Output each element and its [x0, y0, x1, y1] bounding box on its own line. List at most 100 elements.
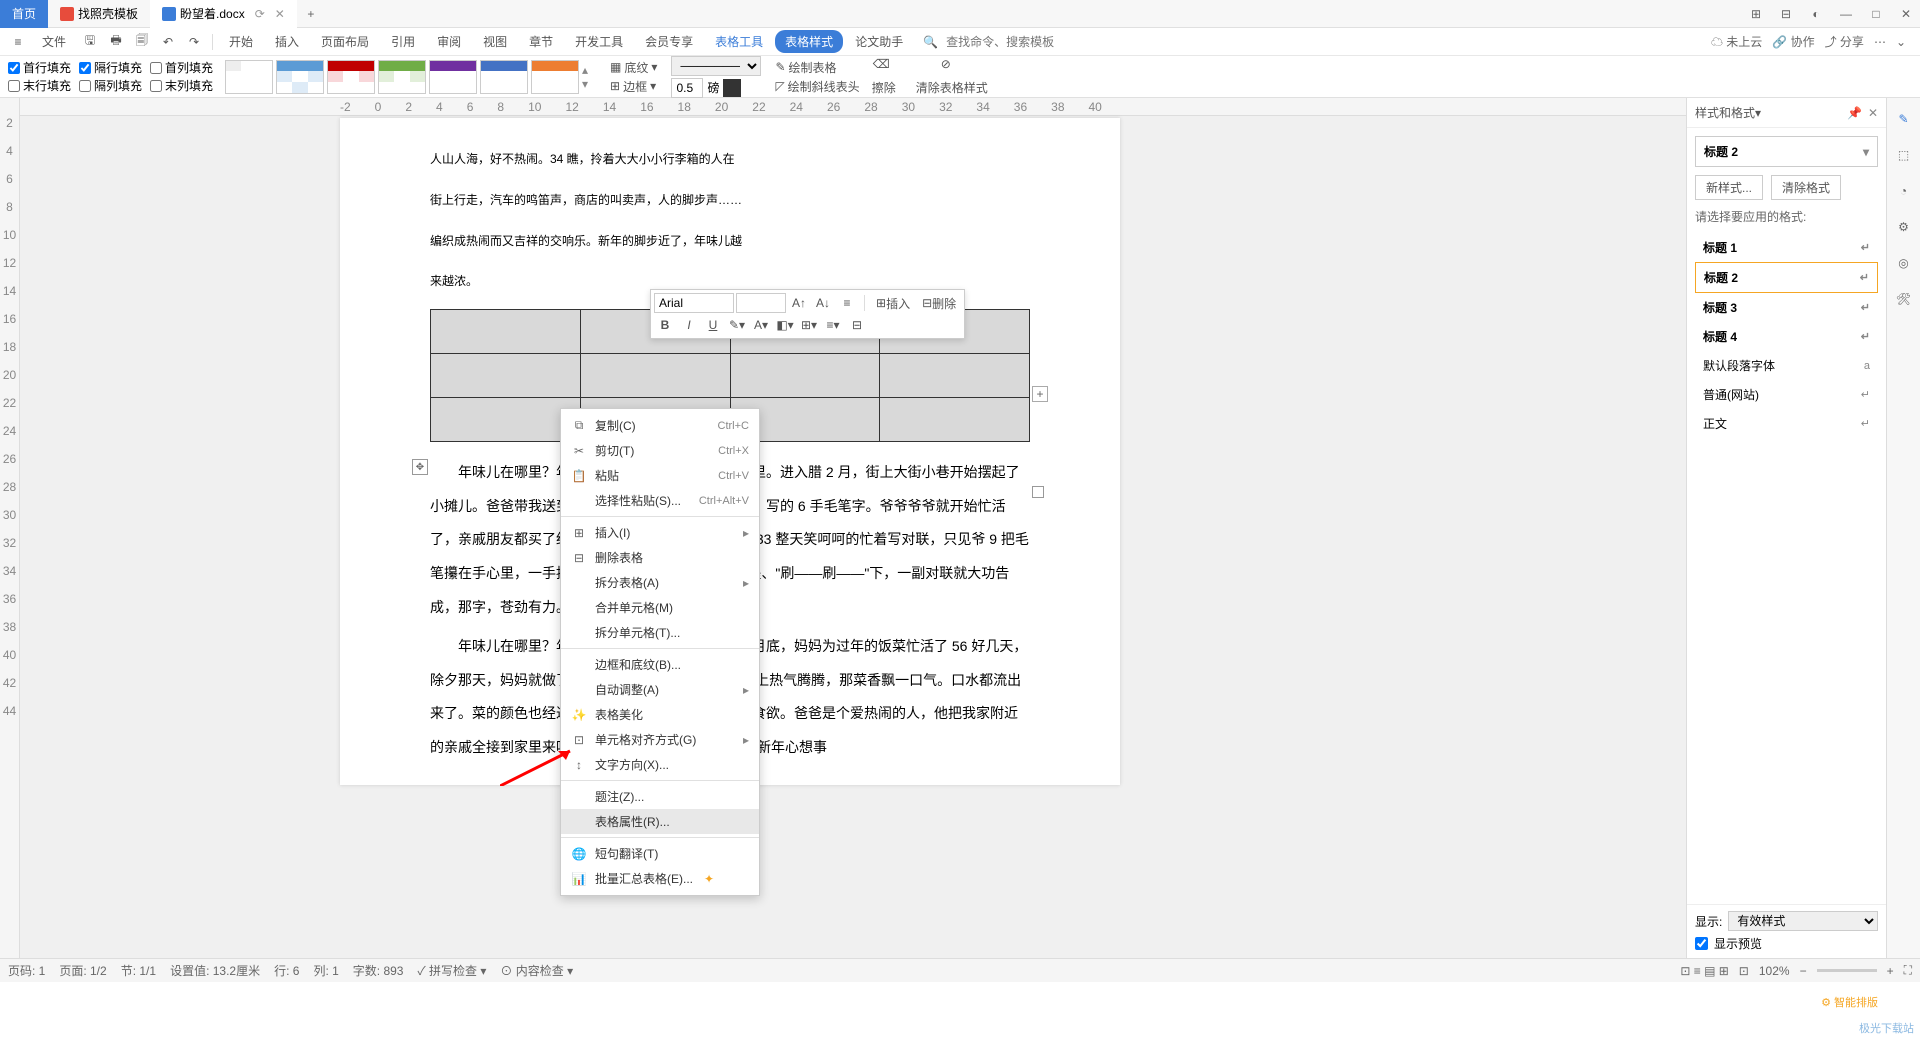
- shrink-font-icon[interactable]: A↓: [812, 293, 834, 313]
- align-icon[interactable]: ≡▾: [822, 315, 844, 335]
- ctx-merge-cells[interactable]: 合并单元格(M): [561, 595, 759, 620]
- close-icon[interactable]: ✕: [275, 7, 285, 21]
- tab-add[interactable]: +: [297, 7, 325, 21]
- italic-icon[interactable]: I: [678, 315, 700, 335]
- border-icon[interactable]: ⊞▾: [798, 315, 820, 335]
- ctx-text-direction[interactable]: ↕文字方向(X)...: [561, 752, 759, 777]
- menu-section[interactable]: 章节: [519, 29, 563, 54]
- minimize-button[interactable]: —: [1832, 4, 1860, 24]
- zoom-out-icon[interactable]: −: [1800, 964, 1807, 978]
- draw-diagonal-button[interactable]: ◸ 绘制斜线表头: [775, 78, 859, 95]
- layout-icon[interactable]: ⊞: [1742, 4, 1770, 24]
- style-heading4[interactable]: 标题 4↵: [1695, 322, 1878, 351]
- fullscreen-icon[interactable]: ⛶: [1904, 963, 1912, 978]
- apps-icon[interactable]: ⊟: [1772, 4, 1800, 24]
- bold-icon[interactable]: B: [654, 315, 676, 335]
- eraser-button[interactable]: ⌫擦除: [864, 55, 904, 98]
- mini-delete-button[interactable]: ⊟删除: [917, 293, 961, 313]
- search-input[interactable]: [942, 32, 1072, 52]
- preview-icon[interactable]: 🗐: [130, 30, 154, 54]
- ctx-table-properties[interactable]: 表格属性(R)...: [561, 809, 759, 834]
- menu-paper[interactable]: 论文助手: [845, 29, 913, 54]
- menu-table-tools[interactable]: 表格工具: [705, 29, 773, 54]
- ctx-cut[interactable]: ✂剪切(T)Ctrl+X: [561, 438, 759, 463]
- sb-nav-icon[interactable]: ◎: [1893, 252, 1915, 274]
- style-default-font[interactable]: 默认段落字体a: [1695, 351, 1878, 380]
- window-close-button[interactable]: ✕: [1892, 4, 1920, 24]
- tab-document[interactable]: 盼望着.docx⟳✕: [150, 0, 297, 28]
- current-style-select[interactable]: 标题 2▾: [1695, 136, 1878, 167]
- ctx-border-shading[interactable]: 边框和底纹(B)...: [561, 652, 759, 677]
- sb-styles-icon[interactable]: ✎: [1893, 108, 1915, 130]
- shading-button[interactable]: ▦ 底纹 ▾: [610, 59, 657, 76]
- menu-start[interactable]: 开始: [219, 29, 263, 54]
- font-size-input[interactable]: [736, 293, 786, 313]
- smart-layout-button[interactable]: ⚙ 智能排版: [1821, 994, 1878, 1010]
- table-move-handle[interactable]: ✥: [412, 459, 428, 475]
- menu-file[interactable]: 文件: [32, 29, 76, 54]
- menu-reference[interactable]: 引用: [381, 29, 425, 54]
- preview-checkbox[interactable]: 显示预览: [1695, 935, 1878, 952]
- add-column-button[interactable]: +: [1032, 386, 1048, 402]
- table-style-gallery[interactable]: ▴▾: [225, 60, 596, 94]
- ctx-delete-table[interactable]: ⊟删除表格: [561, 545, 759, 570]
- new-style-button[interactable]: 新样式...: [1695, 175, 1763, 200]
- gallery-up-icon[interactable]: ▴: [582, 63, 596, 77]
- print-icon[interactable]: 🖶: [104, 30, 128, 54]
- chk-alt-row[interactable]: 隔行填充: [79, 59, 142, 76]
- style-normal-web[interactable]: 普通(网站)↵: [1695, 380, 1878, 409]
- pen-color-button[interactable]: [723, 79, 741, 97]
- style-body[interactable]: 正文↵: [1695, 409, 1878, 438]
- pen-style-select[interactable]: ────────: [671, 56, 761, 76]
- menu-member[interactable]: 会员专享: [635, 29, 703, 54]
- show-select[interactable]: 有效样式: [1728, 911, 1878, 931]
- underline-icon[interactable]: U: [702, 315, 724, 335]
- avatar[interactable]: ◐: [1802, 4, 1830, 24]
- ctx-caption[interactable]: 题注(Z)...: [561, 784, 759, 809]
- sb-shapes-icon[interactable]: ◔: [1893, 180, 1915, 202]
- maximize-button[interactable]: □: [1862, 4, 1890, 24]
- sb-settings-icon[interactable]: ⚙: [1893, 216, 1915, 238]
- share-button[interactable]: ⤴ 分享: [1825, 33, 1864, 50]
- menu-table-style[interactable]: 表格样式: [775, 30, 843, 53]
- chk-first-col[interactable]: 首列填充: [150, 59, 213, 76]
- menu-view[interactable]: 视图: [473, 29, 517, 54]
- redo-icon[interactable]: ↷: [182, 30, 206, 54]
- chk-last-row[interactable]: 末行填充: [8, 77, 71, 94]
- ctx-cell-align[interactable]: ⊡单元格对齐方式(G)▸: [561, 727, 759, 752]
- pen-width-input[interactable]: [671, 78, 703, 98]
- ctx-autofit[interactable]: 自动调整(A)▸: [561, 677, 759, 702]
- ctx-copy[interactable]: ⧉复制(C)Ctrl+C: [561, 413, 759, 438]
- ctx-paste[interactable]: 📋粘贴Ctrl+V: [561, 463, 759, 488]
- ctx-paste-special[interactable]: 选择性粘贴(S)...Ctrl+Alt+V: [561, 488, 759, 513]
- shading-icon[interactable]: ◧▾: [774, 315, 796, 335]
- clear-style-button[interactable]: ⊘清除表格样式: [908, 55, 996, 98]
- ctx-translate[interactable]: 🌐短句翻译(T): [561, 841, 759, 866]
- ctx-split-table[interactable]: 拆分表格(A)▸: [561, 570, 759, 595]
- coop-button[interactable]: 🔗 协作: [1772, 33, 1814, 50]
- gallery-down-icon[interactable]: ▾: [582, 77, 596, 91]
- table-resize-handle[interactable]: [1032, 486, 1044, 498]
- menu-layout[interactable]: 页面布局: [311, 29, 379, 54]
- tab-sync-icon[interactable]: ⟳: [255, 7, 265, 21]
- sb-select-icon[interactable]: ⬚: [1893, 144, 1915, 166]
- ctx-beautify[interactable]: ✨表格美化: [561, 702, 759, 727]
- view-mode-icons[interactable]: ⊡ ≡ ▤ ⊞: [1680, 964, 1728, 978]
- highlight-icon[interactable]: ✎▾: [726, 315, 748, 335]
- status-words[interactable]: 字数: 893: [353, 962, 404, 979]
- merge-icon[interactable]: ⊟: [846, 315, 868, 335]
- tab-template[interactable]: 找照壳模板: [48, 0, 150, 28]
- status-page[interactable]: 页码: 1: [8, 962, 45, 979]
- zoom-level[interactable]: 102%: [1759, 964, 1790, 978]
- status-content-check[interactable]: ⊙ 内容检查 ▾: [500, 962, 573, 979]
- sb-tools-icon[interactable]: 🛠: [1893, 288, 1915, 310]
- style-heading3[interactable]: 标题 3↵: [1695, 293, 1878, 322]
- zoom-in-icon[interactable]: +: [1887, 964, 1894, 978]
- panel-pin-icon[interactable]: 📌: [1847, 106, 1862, 120]
- cloud-status[interactable]: ☁ 未上云: [1711, 33, 1762, 50]
- zoom-slider[interactable]: [1817, 969, 1877, 972]
- status-spellcheck[interactable]: ✓ 拼写检查 ▾: [417, 962, 486, 979]
- menu-insert[interactable]: 插入: [265, 29, 309, 54]
- more-icon[interactable]: ⋯: [1874, 35, 1886, 49]
- ctx-batch-tables[interactable]: 📊批量汇总表格(E)...✦: [561, 866, 759, 891]
